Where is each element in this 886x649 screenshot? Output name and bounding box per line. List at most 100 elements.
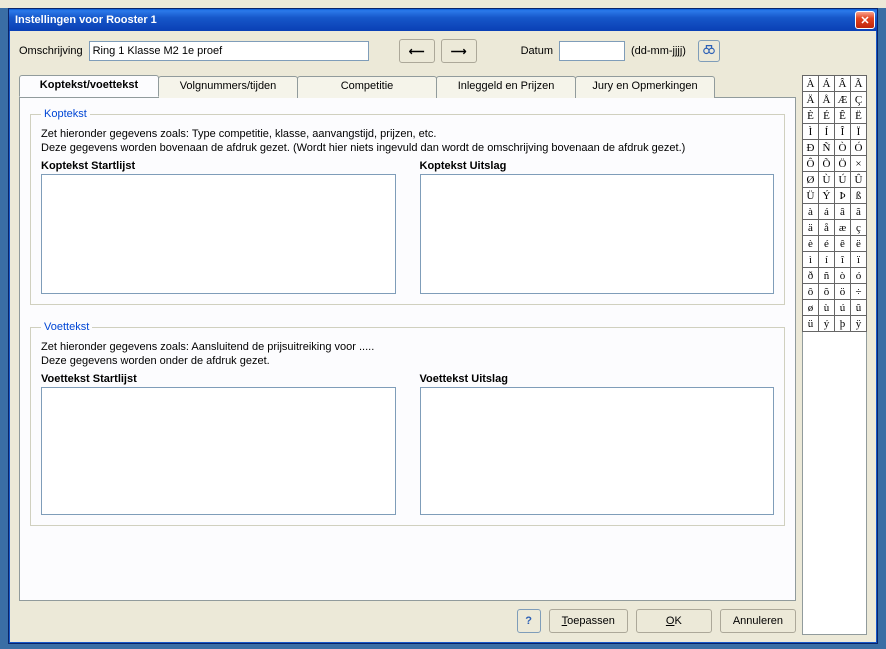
char-cell[interactable]: Ó <box>850 139 867 156</box>
koptekst-uitslag-textarea[interactable] <box>420 174 775 294</box>
char-cell[interactable]: å <box>818 219 835 236</box>
char-cell[interactable]: È <box>802 107 819 124</box>
char-cell[interactable]: ë <box>850 235 867 252</box>
prev-button[interactable]: ⟵ <box>399 39 435 63</box>
header-row: Omschrijving ⟵ ⟶ Datum (dd-mm-jjjj) <box>19 39 867 63</box>
char-cell[interactable]: û <box>850 299 867 316</box>
char-cell[interactable]: à <box>802 203 819 220</box>
char-cell[interactable]: ô <box>802 283 819 300</box>
char-cell[interactable]: Ô <box>802 155 819 172</box>
char-cell[interactable]: ó <box>850 267 867 284</box>
char-cell[interactable]: À <box>802 75 819 92</box>
char-cell[interactable]: Ç <box>850 91 867 108</box>
tab-bar: Koptekst/voettekstVolgnummers/tijdenComp… <box>19 75 796 97</box>
char-cell[interactable]: Æ <box>834 91 851 108</box>
koptekst-group: Koptekst Zet hieronder gegevens zoals: T… <box>30 108 785 305</box>
char-cell[interactable]: ñ <box>818 267 835 284</box>
koptekst-startlijst-textarea[interactable] <box>41 174 396 294</box>
char-cell[interactable]: É <box>818 107 835 124</box>
char-cell[interactable]: ö <box>834 283 851 300</box>
char-cell[interactable]: é <box>818 235 835 252</box>
char-cell[interactable]: ç <box>850 219 867 236</box>
char-cell[interactable]: ï <box>850 251 867 268</box>
char-cell[interactable]: í <box>818 251 835 268</box>
char-cell[interactable]: ò <box>834 267 851 284</box>
char-cell[interactable]: ù <box>818 299 835 316</box>
char-cell[interactable]: Ñ <box>818 139 835 156</box>
char-cell[interactable]: Ø <box>802 171 819 188</box>
tab-4[interactable]: Jury en Opmerkingen <box>575 76 715 98</box>
char-cell[interactable]: á <box>818 203 835 220</box>
char-cell[interactable]: ß <box>850 187 867 204</box>
char-cell[interactable]: Ý <box>818 187 835 204</box>
char-cell[interactable]: è <box>802 235 819 252</box>
char-cell[interactable]: õ <box>818 283 835 300</box>
char-cell[interactable]: Ö <box>834 155 851 172</box>
char-cell[interactable]: Ü <box>802 187 819 204</box>
next-button[interactable]: ⟶ <box>441 39 477 63</box>
voettekst-startlijst-textarea[interactable] <box>41 387 396 515</box>
char-cell[interactable]: ì <box>802 251 819 268</box>
omschrijving-input[interactable] <box>89 41 369 61</box>
char-cell[interactable]: ü <box>802 315 819 332</box>
char-cell[interactable]: Ì <box>802 123 819 140</box>
omschrijving-label: Omschrijving <box>19 45 83 57</box>
char-cell[interactable]: Ù <box>818 171 835 188</box>
char-cell[interactable]: Ä <box>802 91 819 108</box>
voettekst-group: Voettekst Zet hieronder gegevens zoals: … <box>30 321 785 526</box>
char-cell[interactable]: Þ <box>834 187 851 204</box>
char-cell[interactable]: ã <box>850 203 867 220</box>
char-cell[interactable]: æ <box>834 219 851 236</box>
tab-3[interactable]: Inleggeld en Prijzen <box>436 76 576 98</box>
char-cell[interactable]: × <box>850 155 867 172</box>
char-cell[interactable]: â <box>834 203 851 220</box>
help-icon: ? <box>525 615 532 627</box>
char-cell[interactable]: Î <box>834 123 851 140</box>
char-cell[interactable]: ø <box>802 299 819 316</box>
tab-0[interactable]: Koptekst/voettekst <box>19 75 159 97</box>
datum-input[interactable] <box>559 41 625 61</box>
char-cell[interactable]: Ë <box>850 107 867 124</box>
titlebar: Instellingen voor Rooster 1 ✕ <box>9 9 877 31</box>
binoculars-icon <box>702 43 716 60</box>
char-cell[interactable]: ð <box>802 267 819 284</box>
char-cell[interactable]: ÷ <box>850 283 867 300</box>
voettekst-desc-2: Deze gegevens worden onder de afdruk gez… <box>41 355 774 367</box>
char-cell[interactable]: ä <box>802 219 819 236</box>
apply-button[interactable]: Toepassen <box>549 609 628 633</box>
voettekst-desc-1: Zet hieronder gegevens zoals: Aansluiten… <box>41 341 774 353</box>
char-cell[interactable]: ÿ <box>850 315 867 332</box>
char-cell[interactable]: Ê <box>834 107 851 124</box>
help-button[interactable]: ? <box>517 609 541 633</box>
char-cell[interactable]: ý <box>818 315 835 332</box>
char-cell[interactable]: Õ <box>818 155 835 172</box>
char-cell[interactable]: Â <box>834 75 851 92</box>
koptekst-startlijst-label: Koptekst Startlijst <box>41 160 396 172</box>
char-cell[interactable]: Å <box>818 91 835 108</box>
char-cell[interactable]: Ð <box>802 139 819 156</box>
ok-button[interactable]: OK <box>636 609 712 633</box>
char-cell[interactable]: Í <box>818 123 835 140</box>
char-cell[interactable]: þ <box>834 315 851 332</box>
char-cell[interactable]: Ã <box>850 75 867 92</box>
char-cell[interactable]: Ï <box>850 123 867 140</box>
cancel-button[interactable]: Annuleren <box>720 609 796 633</box>
char-cell[interactable]: ú <box>834 299 851 316</box>
dialog-buttons: ? Toepassen OK Annuleren <box>19 601 796 635</box>
char-cell[interactable]: î <box>834 251 851 268</box>
tab-2[interactable]: Competitie <box>297 76 437 98</box>
close-button[interactable]: ✕ <box>855 11 875 29</box>
char-cell[interactable]: Û <box>850 171 867 188</box>
tab-1[interactable]: Volgnummers/tijden <box>158 76 298 98</box>
char-cell[interactable]: ê <box>834 235 851 252</box>
window-title: Instellingen voor Rooster 1 <box>15 14 157 26</box>
char-cell[interactable]: Ú <box>834 171 851 188</box>
search-button[interactable] <box>698 40 720 62</box>
voettekst-startlijst-label: Voettekst Startlijst <box>41 373 396 385</box>
koptekst-legend: Koptekst <box>41 108 90 120</box>
char-cell[interactable]: Á <box>818 75 835 92</box>
char-palette: ÀÁÂÃ ÄÅÆÇ ÈÉÊË ÌÍÎÏ ÐÑÒÓ ÔÕÖ× ØÙÚÛ ÜÝÞß àáâã äåæç… <box>802 75 867 635</box>
voettekst-uitslag-textarea[interactable] <box>420 387 775 515</box>
voettekst-uitslag-label: Voettekst Uitslag <box>420 373 775 385</box>
char-cell[interactable]: Ò <box>834 139 851 156</box>
